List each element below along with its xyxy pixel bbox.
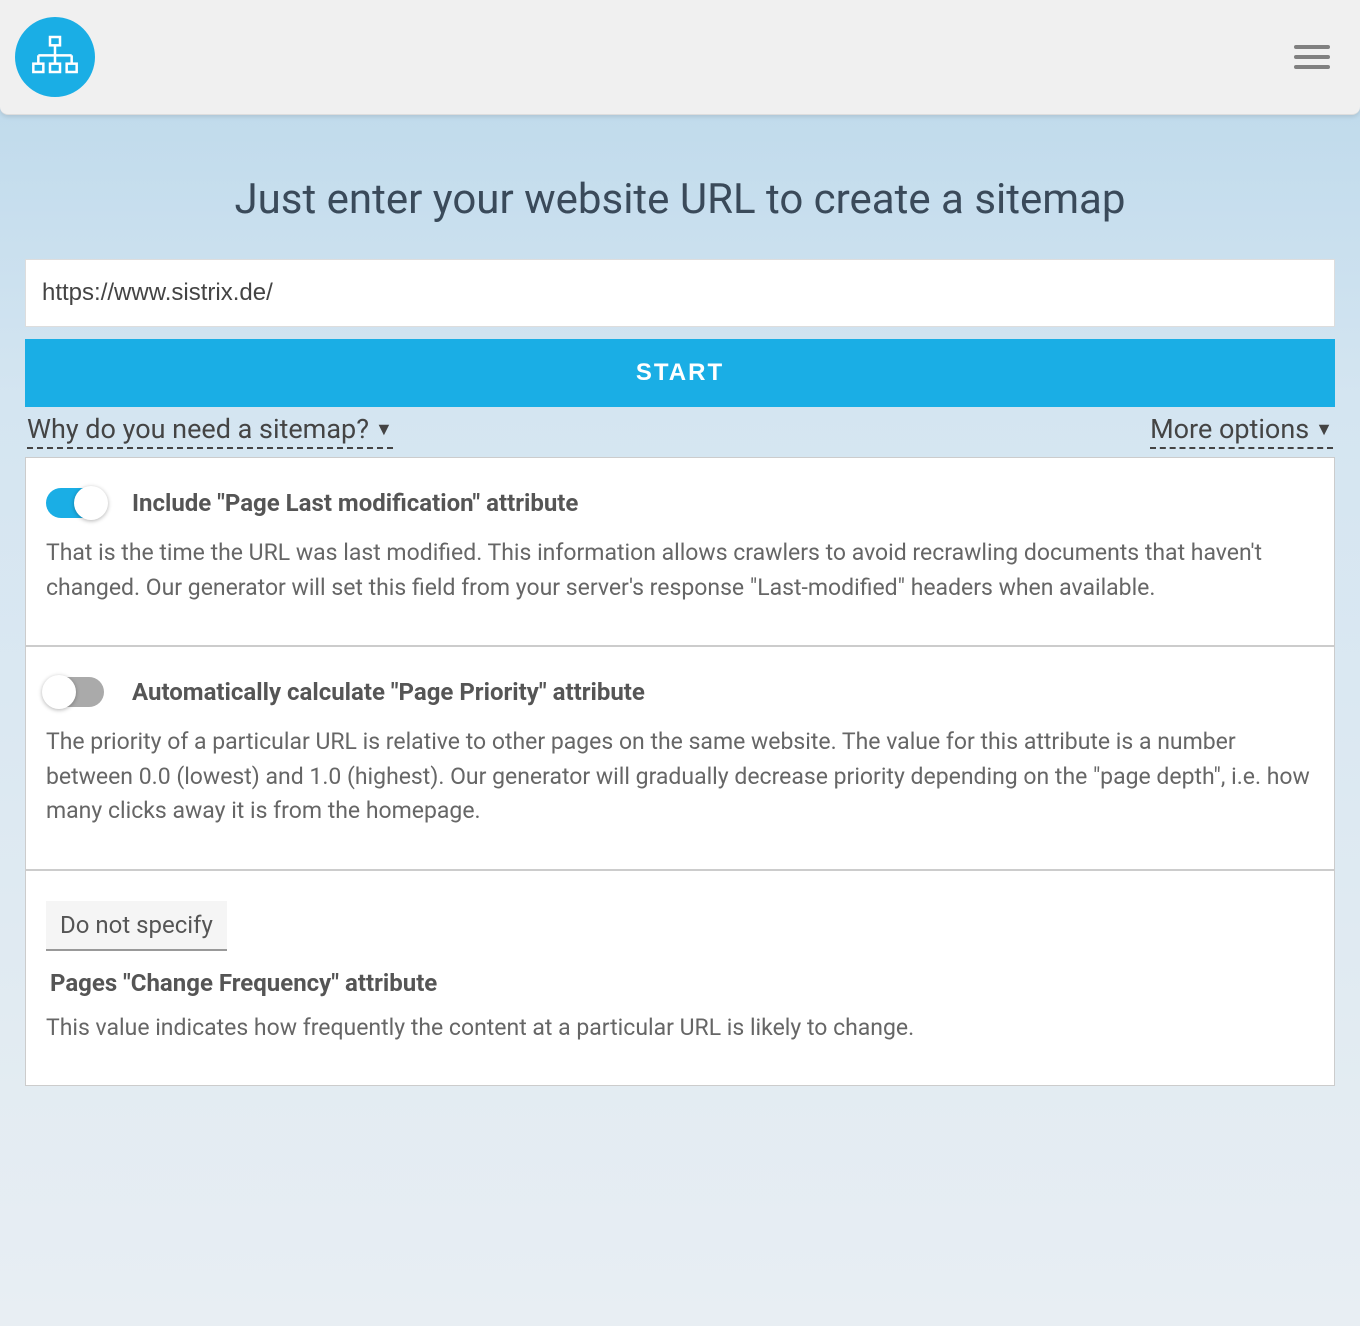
toggle-knob — [42, 675, 76, 709]
more-options-link[interactable]: More options ▼ — [1150, 413, 1333, 449]
priority-title: Automatically calculate "Page Priority" … — [132, 678, 645, 706]
main-content: Just enter your website URL to create a … — [0, 175, 1360, 1086]
more-options-label: More options — [1150, 413, 1309, 445]
priority-toggle[interactable] — [46, 677, 104, 707]
lastmod-toggle[interactable] — [46, 488, 104, 518]
caret-down-icon: ▼ — [375, 419, 393, 440]
start-button[interactable]: START — [25, 339, 1335, 407]
why-sitemap-link[interactable]: Why do you need a sitemap? ▼ — [27, 413, 393, 449]
why-sitemap-label: Why do you need a sitemap? — [27, 413, 369, 445]
links-row: Why do you need a sitemap? ▼ More option… — [25, 413, 1335, 449]
lastmod-desc: That is the time the URL was last modifi… — [46, 536, 1314, 605]
lastmod-title: Include "Page Last modification" attribu… — [132, 489, 578, 517]
option-priority: Automatically calculate "Page Priority" … — [25, 646, 1335, 870]
url-input[interactable] — [25, 259, 1335, 327]
toggle-knob — [74, 486, 108, 520]
page-title: Just enter your website URL to create a … — [25, 175, 1335, 224]
sitemap-logo-icon[interactable] — [15, 17, 95, 97]
priority-desc: The priority of a particular URL is rela… — [46, 725, 1314, 829]
menu-icon[interactable] — [1294, 45, 1330, 69]
changefreq-title: Pages "Change Frequency" attribute — [50, 969, 1314, 997]
options-panel: Include "Page Last modification" attribu… — [25, 457, 1335, 1086]
option-changefreq: Do not specify Pages "Change Frequency" … — [25, 870, 1335, 1087]
changefreq-select[interactable]: Do not specify — [46, 901, 227, 951]
option-lastmod: Include "Page Last modification" attribu… — [25, 457, 1335, 646]
header-bar — [0, 0, 1360, 115]
changefreq-desc: This value indicates how frequently the … — [46, 1011, 1314, 1046]
caret-down-icon: ▼ — [1315, 419, 1333, 440]
